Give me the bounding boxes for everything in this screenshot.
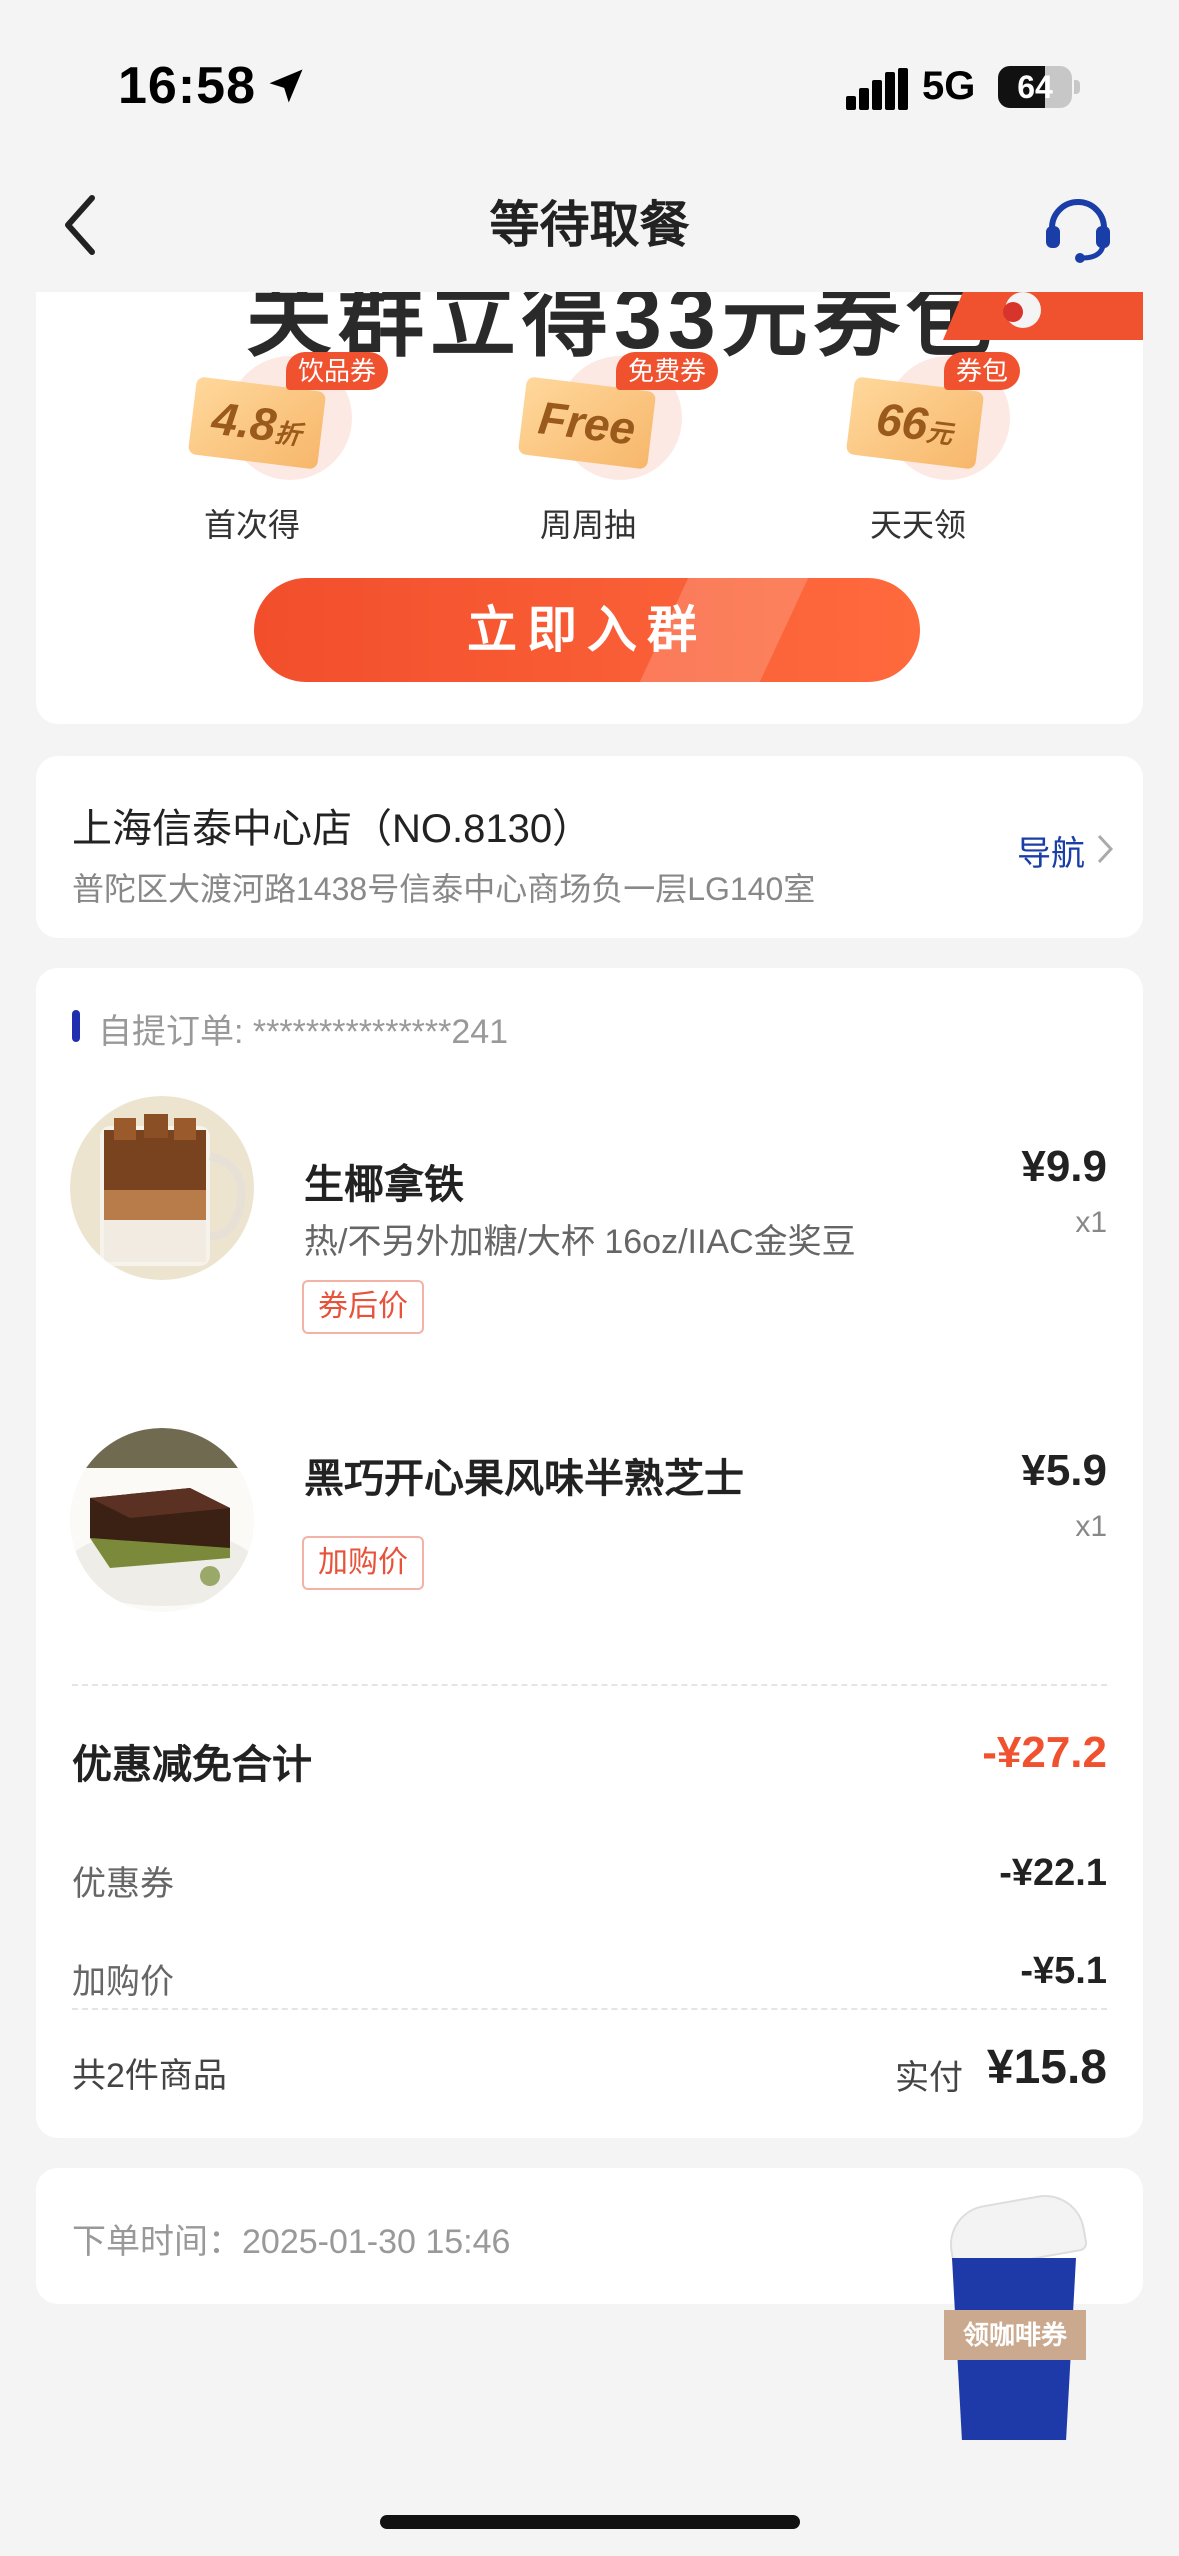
community-promo-banner[interactable]: 关群立得33元券包 4.8折 饮品券 首次得 Free 免费券 周周抽 66元 …: [36, 292, 1143, 724]
ticket-icon: 4.8折: [187, 376, 327, 470]
perk-first-time: 4.8折 饮品券 首次得: [187, 350, 408, 543]
perk-label: 周周抽: [539, 507, 636, 543]
price-tag-badge: 加购价: [302, 1536, 424, 1590]
price-tag-badge: 券后价: [302, 1280, 424, 1334]
status-bar: 16:58 5G 64: [0, 0, 1179, 150]
banner-decoration: [943, 292, 1143, 340]
page-title: 等待取餐: [489, 197, 690, 253]
store-info-card: 上海信泰中心店（NO.8130） 普陀区大渡河路1438号信泰中心商场负一层LG…: [36, 756, 1143, 938]
order-accent-bar: [72, 1010, 80, 1042]
coupon-label: 优惠券: [72, 1865, 174, 1903]
store-name: 上海信泰中心店（NO.8130）: [72, 807, 593, 851]
perk-label: 天天领: [869, 507, 966, 543]
pistachio-cheesecake-image: [70, 1428, 254, 1612]
chevron-right-icon[interactable]: [1095, 832, 1115, 866]
addon-price-value: -¥5.1: [1020, 1950, 1107, 1992]
item-spec: 热/不另外加糖/大杯 16oz/IIAC金奖豆: [304, 1223, 856, 1261]
item-quantity: x1: [1075, 1510, 1107, 1543]
order-id: 自提订单: ***************241: [98, 1013, 509, 1051]
battery-level: 64: [1017, 69, 1053, 105]
network-type: 5G: [922, 64, 976, 108]
paid-amount: ¥15.8: [986, 2041, 1107, 2094]
home-indicator[interactable]: [380, 2515, 800, 2529]
divider: [72, 1684, 1107, 1686]
join-group-button[interactable]: 立即入群: [254, 578, 920, 682]
item-count: 共2件商品: [72, 2057, 227, 2095]
battery-icon: 64: [998, 66, 1080, 108]
item-name: 黑巧开心果风味半熟芝士: [304, 1457, 744, 1501]
discount-total-value: -¥27.2: [982, 1728, 1107, 1777]
item-name: 生椰拿铁: [304, 1163, 464, 1207]
paid-label: 实付: [895, 2059, 963, 2097]
navigate-link[interactable]: 导航: [1017, 826, 1085, 875]
perk-weekly-draw: Free 免费券 周周抽: [517, 350, 738, 543]
order-details-card: 自提订单: ***************241 生椰拿铁 热/不另外加糖/大杯…: [36, 968, 1143, 2138]
claim-coffee-coupon-button[interactable]: 领咖啡券: [940, 2188, 1090, 2440]
location-arrow-icon: [269, 69, 303, 103]
coupon-value: -¥22.1: [999, 1852, 1107, 1894]
addon-price-label: 加购价: [72, 1963, 174, 2001]
perk-badge: 免费券: [616, 352, 719, 390]
perk-badge: 券包: [944, 352, 1021, 390]
perk-badge: 饮品券: [286, 352, 389, 390]
store-address: 普陀区大渡河路1438号信泰中心商场负一层LG140室: [72, 871, 816, 907]
customer-service-headset-icon[interactable]: [1042, 188, 1114, 264]
divider: [72, 2008, 1107, 2010]
ticket-icon: 66元: [845, 376, 985, 470]
perk-daily-claim: 66元 券包 天天领: [845, 350, 1066, 543]
cup-label: 领咖啡券: [944, 2310, 1086, 2360]
status-time: 16:58: [118, 57, 256, 115]
ticket-icon: Free: [517, 376, 657, 470]
signal-icon: [846, 68, 908, 110]
item-quantity: x1: [1075, 1206, 1107, 1239]
item-price: ¥5.9: [1021, 1446, 1107, 1495]
item-price: ¥9.9: [1021, 1142, 1107, 1191]
order-time: 下单时间：2025-01-30 15:46: [72, 2223, 511, 2261]
perk-label: 首次得: [203, 507, 300, 543]
discount-total-label: 优惠减免合计: [72, 1743, 312, 1787]
coconut-latte-image: [70, 1096, 254, 1280]
